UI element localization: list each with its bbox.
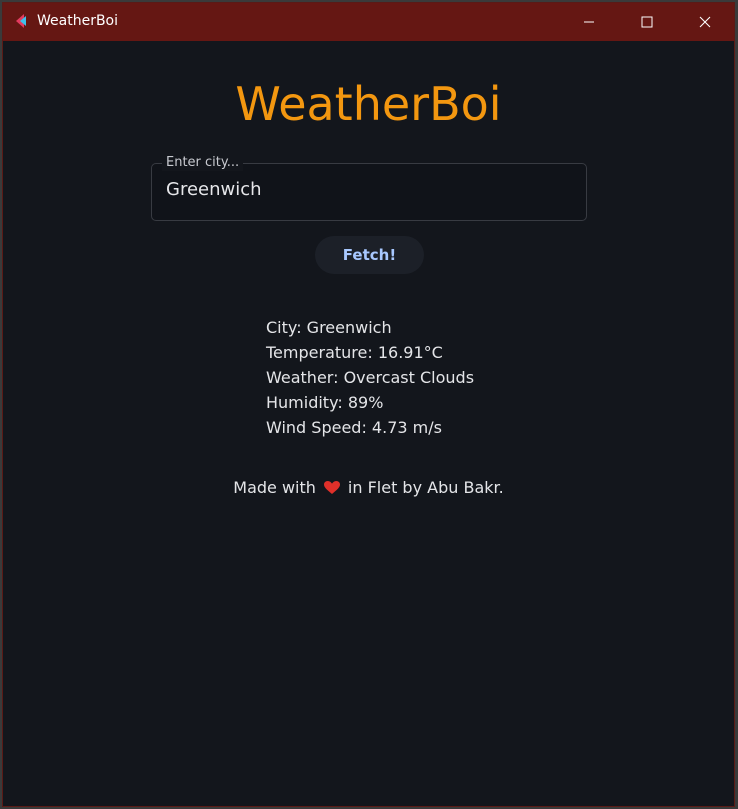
fetch-button[interactable]: Fetch! [315,236,424,274]
weather-info: City: Greenwich Temperature: 16.91°C Wea… [266,315,474,440]
city-text: City: Greenwich [266,318,392,337]
city-input[interactable] [166,179,566,200]
city-field-label: Enter city... [162,155,244,171]
minimize-icon [584,21,594,23]
weather-text: Weather: Overcast Clouds [266,368,475,387]
maximize-button[interactable] [618,3,676,41]
flet-app-icon [14,13,30,29]
title-bar[interactable]: WeatherBoi [3,3,734,41]
temperature-text: Temperature: 16.91°C [266,343,443,362]
close-icon [699,16,711,28]
footer: Made with in Flet by Abu Bakr. [3,478,734,499]
close-button[interactable] [676,3,734,41]
wind-speed-text: Wind Speed: 4.73 m/s [266,418,442,437]
window-title: WeatherBoi [37,13,119,29]
humidity-text: Humidity: 89% [266,393,384,412]
footer-suffix: in Flet by Abu Bakr. [347,478,504,497]
app-window: WeatherBoi WeatherBoi Enter city... Fetc… [2,2,735,807]
heart-icon [323,480,340,499]
maximize-icon [641,16,653,28]
footer-prefix: Made with [233,478,316,497]
minimize-button[interactable] [560,3,618,41]
app-heading: WeatherBoi [235,77,502,131]
city-field[interactable]: Enter city... [151,155,587,221]
